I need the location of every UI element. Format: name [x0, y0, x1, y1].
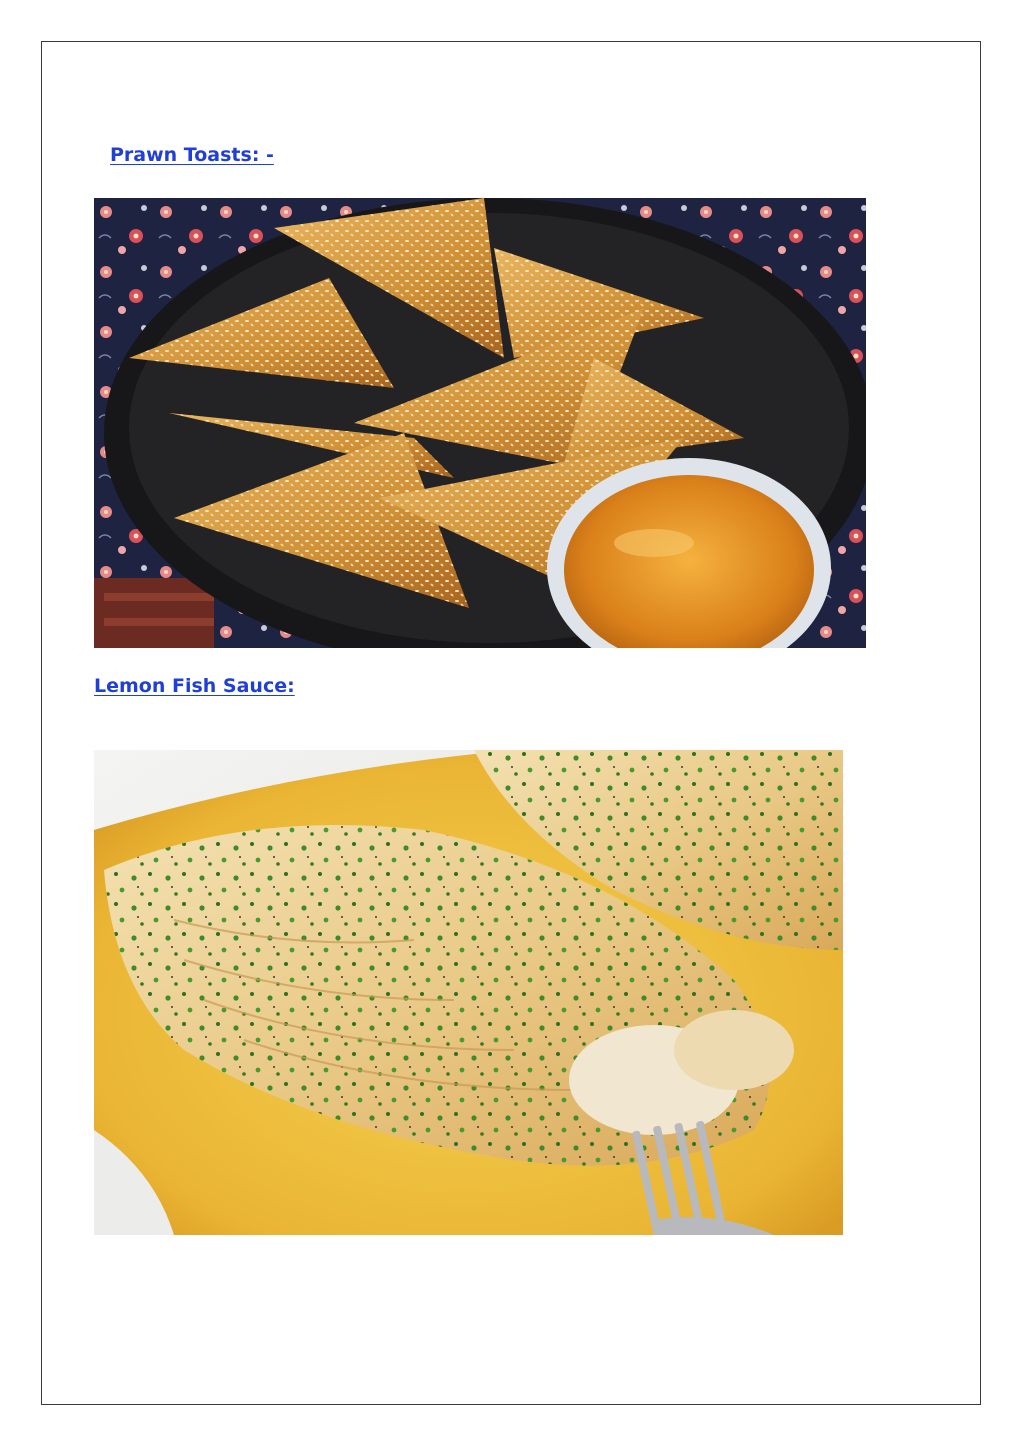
prawn-toasts-illustration: [94, 198, 866, 648]
lemon-fish-sauce-heading-link[interactable]: Lemon Fish Sauce:: [94, 677, 295, 696]
prawn-toasts-photo: [94, 198, 866, 648]
prawn-toasts-heading-link[interactable]: Prawn Toasts: -: [110, 146, 274, 165]
lemon-fish-sauce-photo: [94, 750, 843, 1235]
lemon-fish-illustration: [94, 750, 843, 1235]
